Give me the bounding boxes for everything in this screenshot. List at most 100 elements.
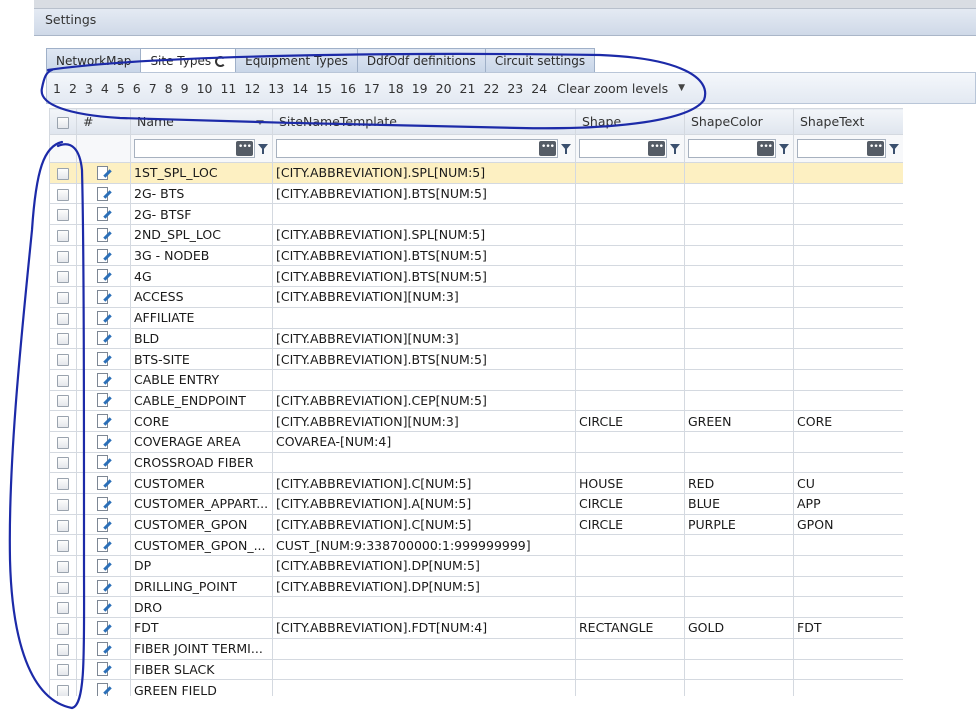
filter-options-button[interactable]: ••• xyxy=(867,141,884,156)
edit-icon[interactable] xyxy=(96,165,112,181)
row-edit-cell[interactable] xyxy=(76,658,131,681)
edit-icon[interactable] xyxy=(96,269,112,284)
zoom-level-10[interactable]: 10 xyxy=(197,81,213,96)
table-row[interactable]: 1ST_SPL_LOC [CITY.ABBREVIATION].SPL[NUM:5… xyxy=(49,162,903,184)
zoom-level-6[interactable]: 6 xyxy=(133,81,141,96)
zoom-level-5[interactable]: 5 xyxy=(117,81,125,96)
table-row[interactable]: DRILLING_POINT [CITY.ABBREVIATION].DP[NUM… xyxy=(49,575,903,598)
zoom-level-7[interactable]: 7 xyxy=(149,81,157,96)
column-header-shapetext[interactable]: ShapeText xyxy=(793,108,903,135)
row-checkbox[interactable] xyxy=(57,685,69,696)
row-select-cell[interactable] xyxy=(49,513,77,536)
row-edit-cell[interactable] xyxy=(76,224,131,246)
row-edit-cell[interactable] xyxy=(76,182,131,205)
edit-icon[interactable] xyxy=(96,372,112,388)
zoom-level-20[interactable]: 20 xyxy=(436,81,452,96)
zoom-level-19[interactable]: 19 xyxy=(412,81,428,96)
tab-networkmap[interactable]: NetworkMap xyxy=(46,48,142,72)
funnel-icon[interactable] xyxy=(561,143,572,155)
table-row[interactable]: ACCESS [CITY.ABBREVIATION][NUM:3] xyxy=(49,286,903,308)
row-select-cell[interactable] xyxy=(49,617,77,639)
table-row[interactable]: CUSTOMER_GPON [CITY.ABBREVIATION].C[NUM:5… xyxy=(49,513,903,536)
table-row[interactable]: CABLE ENTRY xyxy=(49,368,903,391)
zoom-level-24[interactable]: 24 xyxy=(531,81,547,96)
row-edit-cell[interactable] xyxy=(76,306,131,329)
row-edit-cell[interactable] xyxy=(76,555,131,577)
table-row[interactable]: 2G- BTSF xyxy=(49,203,903,226)
zoom-level-8[interactable]: 8 xyxy=(165,81,173,96)
row-select-cell[interactable] xyxy=(49,389,77,412)
row-edit-cell[interactable] xyxy=(76,348,131,370)
zoom-level-16[interactable]: 16 xyxy=(340,81,356,96)
zoom-level-3[interactable]: 3 xyxy=(85,81,93,96)
filter-input[interactable]: ••• xyxy=(134,139,255,158)
edit-icon[interactable] xyxy=(96,186,112,202)
edit-icon[interactable] xyxy=(96,248,112,264)
table-row[interactable]: FDT [CITY.ABBREVIATION].FDT[NUM:4] RECTANG… xyxy=(49,617,903,639)
row-checkbox[interactable] xyxy=(57,167,69,180)
table-row[interactable]: BLD [CITY.ABBREVIATION][NUM:3] xyxy=(49,327,903,350)
row-edit-cell[interactable] xyxy=(76,617,131,639)
row-edit-cell[interactable] xyxy=(76,637,131,660)
zoom-level-11[interactable]: 11 xyxy=(220,81,236,96)
row-checkbox[interactable] xyxy=(57,395,69,408)
edit-icon[interactable] xyxy=(96,476,112,491)
row-checkbox[interactable] xyxy=(57,250,69,263)
table-row[interactable]: CABLE_ENDPOINT [CITY.ABBREVIATION].CEP[NU… xyxy=(49,389,903,412)
row-select-cell[interactable] xyxy=(49,182,77,205)
tab-ddfodf-definitions[interactable]: DdfOdf definitions xyxy=(356,48,486,72)
row-checkbox[interactable] xyxy=(57,271,69,284)
table-row[interactable]: DP [CITY.ABBREVIATION].DP[NUM:5] xyxy=(49,555,903,577)
row-checkbox[interactable] xyxy=(57,374,69,387)
row-select-cell[interactable] xyxy=(49,286,77,308)
row-edit-cell[interactable] xyxy=(76,286,131,308)
row-select-cell[interactable] xyxy=(49,430,77,453)
table-row[interactable]: GREEN FIELD xyxy=(49,679,903,696)
row-edit-cell[interactable] xyxy=(76,679,131,696)
row-select-cell[interactable] xyxy=(49,493,77,515)
tab-site-types[interactable]: Site Types xyxy=(140,48,237,73)
row-edit-cell[interactable] xyxy=(76,575,131,598)
edit-icon[interactable] xyxy=(96,414,112,429)
edit-icon[interactable] xyxy=(96,620,112,636)
edit-icon[interactable] xyxy=(96,393,112,408)
edit-icon[interactable] xyxy=(96,455,112,470)
table-row[interactable]: FIBER JOINT TERMI... xyxy=(49,637,903,660)
row-checkbox[interactable] xyxy=(57,519,69,532)
row-checkbox[interactable] xyxy=(57,354,69,367)
row-select-cell[interactable] xyxy=(49,368,77,391)
row-select-cell[interactable] xyxy=(49,162,77,184)
row-checkbox[interactable] xyxy=(57,291,69,304)
filter-input[interactable]: ••• xyxy=(579,139,667,158)
row-checkbox[interactable] xyxy=(57,333,69,346)
row-checkbox[interactable] xyxy=(57,478,69,491)
clear-zoom-levels-button[interactable]: Clear zoom levels xyxy=(557,81,668,96)
zoom-level-15[interactable]: 15 xyxy=(316,81,332,96)
zoom-level-1[interactable]: 1 xyxy=(53,81,61,96)
row-edit-cell[interactable] xyxy=(76,203,131,226)
zoom-level-2[interactable]: 2 xyxy=(69,81,77,96)
row-checkbox[interactable] xyxy=(57,209,69,222)
row-select-cell[interactable] xyxy=(49,306,77,329)
edit-icon[interactable] xyxy=(96,517,112,533)
row-select-cell[interactable] xyxy=(49,203,77,226)
filter-options-button[interactable]: ••• xyxy=(648,141,665,156)
row-edit-cell[interactable] xyxy=(76,244,131,267)
zoom-level-17[interactable]: 17 xyxy=(364,81,380,96)
table-row[interactable]: 2ND_SPL_LOC [CITY.ABBREVIATION].SPL[NUM:5… xyxy=(49,224,903,246)
table-row[interactable]: CUSTOMER_APPART... [CITY.ABBREVIATION].A[… xyxy=(49,493,903,515)
edit-icon[interactable] xyxy=(96,683,112,696)
zoom-level-23[interactable]: 23 xyxy=(507,81,523,96)
table-row[interactable]: BTS-SITE [CITY.ABBREVIATION].BTS[NUM:5] xyxy=(49,348,903,370)
edit-icon[interactable] xyxy=(96,434,112,450)
zoom-level-21[interactable]: 21 xyxy=(460,81,476,96)
zoom-level-12[interactable]: 12 xyxy=(244,81,260,96)
table-row[interactable]: COVERAGE AREA COVAREA-[NUM:4] xyxy=(49,430,903,453)
row-select-cell[interactable] xyxy=(49,658,77,681)
filter-options-button[interactable]: ••• xyxy=(539,141,556,156)
row-edit-cell[interactable] xyxy=(76,327,131,350)
column-header-shapecolor[interactable]: ShapeColor xyxy=(684,108,794,135)
edit-icon[interactable] xyxy=(96,600,112,615)
row-edit-cell[interactable] xyxy=(76,410,131,432)
zoom-level-13[interactable]: 13 xyxy=(268,81,284,96)
